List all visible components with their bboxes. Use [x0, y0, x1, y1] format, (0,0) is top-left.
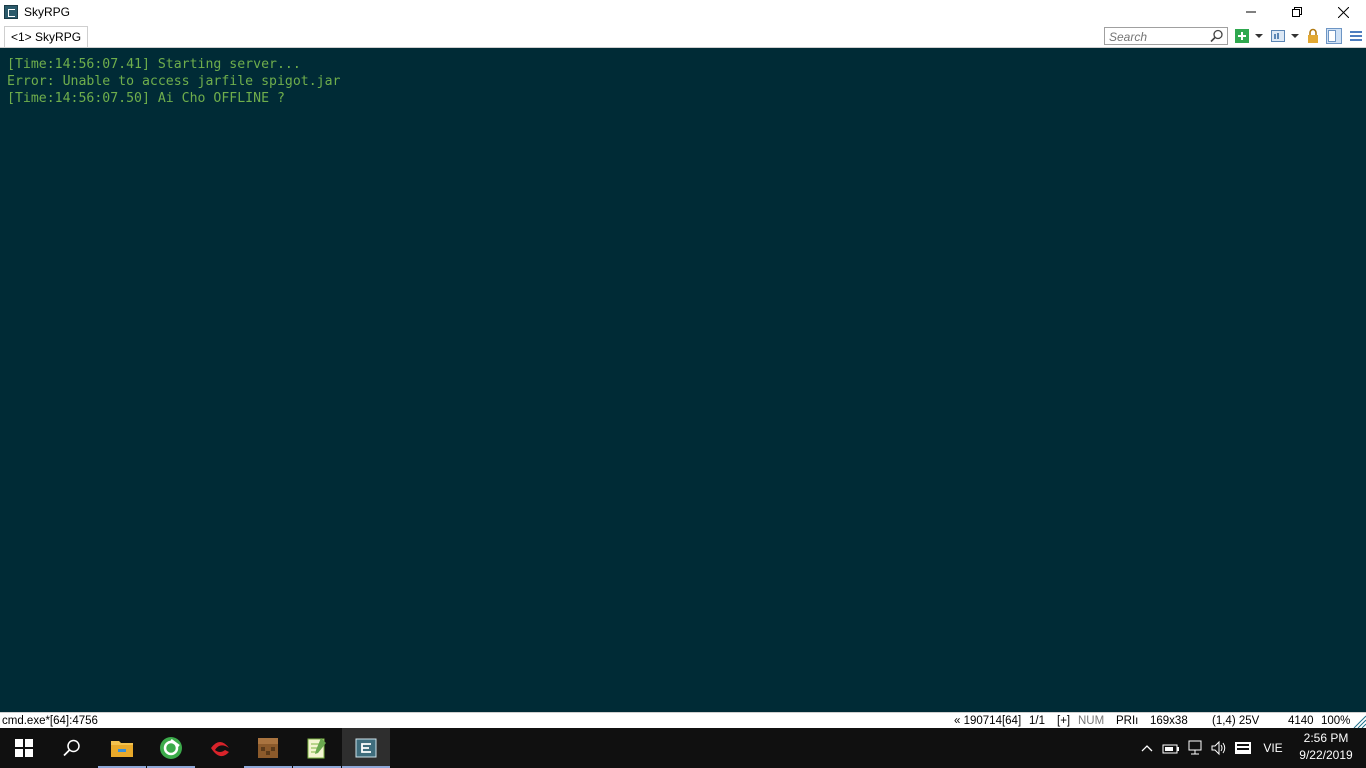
taskbar-game-launcher[interactable] — [196, 728, 244, 768]
taskbar-notepad[interactable] — [293, 728, 341, 768]
minimize-icon — [1246, 11, 1256, 13]
network-icon — [1188, 740, 1202, 755]
keyboard-icon — [1235, 742, 1251, 754]
minimize-button[interactable] — [1228, 0, 1274, 24]
status-size[interactable]: 169x38 — [1150, 714, 1188, 728]
minecraft-icon — [258, 738, 278, 758]
restore-icon — [1292, 7, 1302, 17]
volume-icon — [1211, 740, 1226, 756]
tray-volume[interactable] — [1208, 728, 1230, 768]
battery-power-icon — [1162, 744, 1179, 754]
status-bar: cmd.exe*[64]:4756 « 190714[64] 1/1 [+] N… — [0, 712, 1366, 728]
console-output[interactable]: [Time:14:56:07.41] Starting server... Er… — [0, 48, 1366, 712]
language-indicator[interactable]: VIE — [1258, 728, 1288, 768]
menu-icon[interactable] — [1348, 28, 1364, 44]
close-button[interactable] — [1320, 0, 1366, 24]
clock-time: 2:56 PM — [1303, 731, 1349, 745]
console-line: [Time:14:56:07.41] Starting server... — [7, 57, 301, 72]
taskbar: VIE 2:56 PM 9/22/2019 — [0, 728, 1366, 768]
status-pid[interactable]: 4140 — [1288, 714, 1314, 728]
clock[interactable]: 2:56 PM 9/22/2019 — [1290, 730, 1362, 764]
lock-icon[interactable] — [1305, 28, 1321, 44]
status-zoom[interactable]: 100% — [1321, 714, 1350, 728]
dropdown-icon[interactable] — [1290, 28, 1300, 44]
resize-grip-icon[interactable] — [1352, 714, 1366, 728]
search-box[interactable] — [1104, 27, 1228, 45]
status-pages[interactable]: 1/1 — [1029, 714, 1045, 728]
search-icon[interactable] — [1210, 29, 1224, 43]
status-cursor[interactable]: (1,4) 25V — [1212, 714, 1259, 728]
dropdown-icon[interactable] — [1254, 28, 1264, 44]
clock-date: 9/22/2019 — [1299, 748, 1353, 762]
restore-button[interactable] — [1274, 0, 1320, 24]
status-priority[interactable]: PRIı — [1116, 714, 1138, 728]
tray-power[interactable] — [1160, 728, 1182, 768]
new-console-icon[interactable] — [1234, 28, 1250, 44]
tray-network[interactable] — [1184, 728, 1206, 768]
tab-bar: <1> SkyRPG — [0, 24, 1366, 48]
start-button[interactable] — [0, 728, 48, 768]
show-hidden-icons-button[interactable] — [1138, 728, 1156, 768]
status-num[interactable]: NUM — [1078, 714, 1104, 728]
status-build[interactable]: « 190714[64] — [954, 714, 1021, 728]
game-launcher-icon — [211, 742, 229, 757]
tray-input-method[interactable] — [1232, 728, 1254, 768]
browser-icon — [160, 737, 182, 759]
file-explorer-icon — [111, 741, 133, 757]
search-icon — [63, 739, 80, 757]
tab-skyrpg[interactable]: <1> SkyRPG — [4, 26, 89, 47]
status-plus[interactable]: [+] — [1057, 714, 1070, 728]
close-icon — [1337, 6, 1349, 18]
notepad-icon — [307, 738, 326, 759]
chevron-up-icon — [1141, 745, 1153, 752]
status-process[interactable]: cmd.exe*[64]:4756 — [2, 714, 98, 728]
taskbar-minecraft[interactable] — [244, 728, 292, 768]
conemu-app-icon[interactable] — [4, 5, 18, 19]
conemu-icon — [355, 738, 377, 758]
taskbar-browser[interactable] — [147, 728, 195, 768]
console-line: [Time:14:56:07.50] Ai Cho OFFLINE ? — [7, 91, 285, 106]
taskbar-conemu[interactable] — [342, 728, 390, 768]
taskbar-file-explorer[interactable] — [98, 728, 146, 768]
taskbar-search-button[interactable] — [48, 728, 96, 768]
view-icon[interactable] — [1270, 28, 1286, 44]
panel-icon[interactable] — [1326, 28, 1342, 44]
search-input[interactable] — [1105, 29, 1209, 45]
title-bar: SkyRPG — [0, 0, 1366, 24]
window-controls — [1228, 0, 1366, 24]
windows-start-icon — [15, 739, 33, 757]
console-line: Error: Unable to access jarfile spigot.j… — [7, 74, 341, 89]
window-title: SkyRPG — [24, 5, 71, 19]
